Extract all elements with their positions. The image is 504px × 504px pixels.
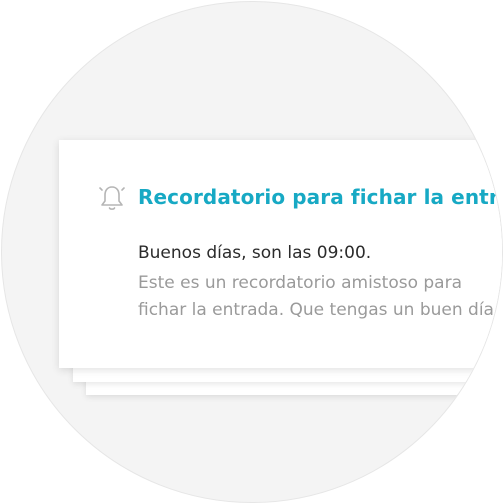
notification-title: Recordatorio para fichar la entrada xyxy=(138,185,503,209)
notification-card[interactable]: Recordatorio para fichar la entrada Buen… xyxy=(59,140,503,368)
notification-body-line-1: Este es un recordatorio amistoso para xyxy=(138,273,463,293)
circular-frame: Recordatorio para fichar la entrada Buen… xyxy=(1,1,503,503)
bell-icon xyxy=(97,183,127,213)
notification-body-line-2: fichar la entrada. Que tengas un buen dí… xyxy=(138,300,494,320)
notification-greeting: Buenos días, son las 09:00. xyxy=(138,243,372,263)
